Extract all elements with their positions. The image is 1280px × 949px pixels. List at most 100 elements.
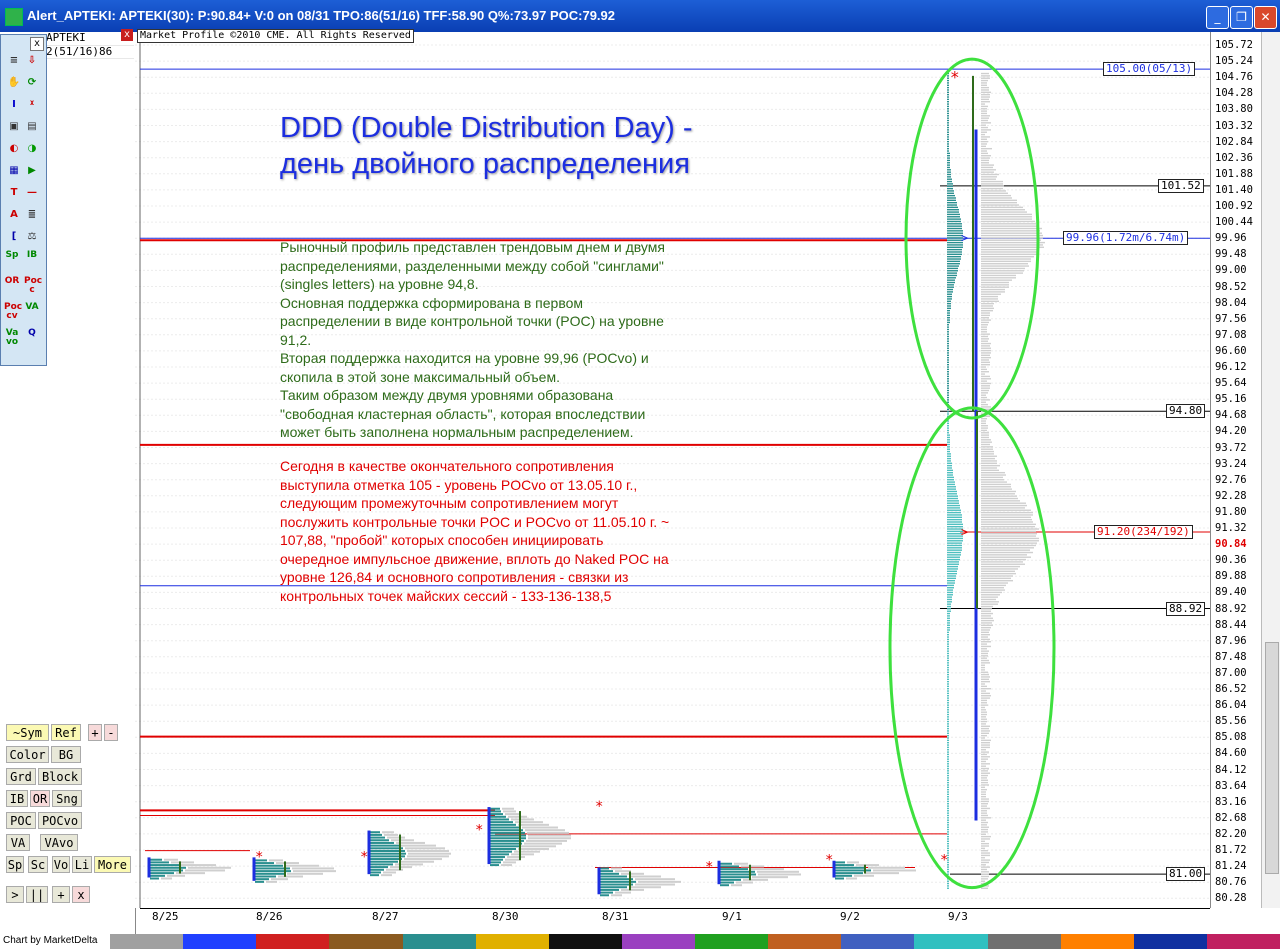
grid-icon[interactable]: ▦ <box>6 163 22 179</box>
bracket-icon[interactable]: [ <box>6 229 22 245</box>
palette-swatch[interactable] <box>914 934 987 949</box>
tpo-row-main <box>947 139 949 140</box>
tool-q-icon[interactable]: Q <box>24 329 40 345</box>
tpo-row-main <box>947 493 957 494</box>
btn-9-or[interactable]: OR <box>30 790 50 807</box>
sheet-icon[interactable]: ▤ <box>24 119 40 135</box>
line-icon[interactable]: — <box>24 185 40 201</box>
btn-20-x[interactable]: > <box>6 886 24 903</box>
minimize-button[interactable]: _ <box>1206 6 1229 29</box>
palette-swatch[interactable] <box>476 934 549 949</box>
btn-2-x[interactable]: + <box>88 724 102 741</box>
palette-swatch[interactable] <box>622 934 695 949</box>
palette-swatch[interactable] <box>1061 934 1134 949</box>
export-icon[interactable]: ⇩ <box>24 53 40 69</box>
tpo-row-main <box>947 287 954 288</box>
palette-swatch[interactable] <box>1134 934 1207 949</box>
tpo-row-main <box>947 359 949 360</box>
tpo-row <box>490 864 499 866</box>
volume-row-main <box>981 291 1005 292</box>
palette-swatch[interactable] <box>841 934 914 949</box>
tool-va-icon[interactable]: VA <box>24 303 40 319</box>
play-icon[interactable]: ▶ <box>24 163 40 179</box>
ibm-icon[interactable]: I <box>6 97 22 113</box>
tv-icon[interactable]: T <box>6 185 22 201</box>
tpo-row-main <box>947 162 950 163</box>
camera-icon[interactable]: ▣ <box>6 119 22 135</box>
palette-swatch[interactable] <box>110 934 183 949</box>
tool-sp-icon[interactable]: Sp <box>4 251 20 267</box>
volume-row <box>514 851 540 853</box>
palette-swatch[interactable] <box>549 934 622 949</box>
hand-icon[interactable]: ✋ <box>6 75 22 91</box>
price-tick: 95.16 <box>1215 393 1247 405</box>
btn-16-sc[interactable]: Sc <box>28 856 48 873</box>
palette-swatch[interactable] <box>988 934 1061 949</box>
tpo-row-main <box>947 742 949 743</box>
tpo-row-main <box>947 709 949 710</box>
btn-23-x[interactable]: x <box>72 886 90 903</box>
tool-ib-icon[interactable]: IB <box>24 251 40 267</box>
chart-close-icon[interactable]: x <box>121 29 133 41</box>
volume-row <box>868 867 905 869</box>
close-button[interactable]: ✕ <box>1254 6 1277 29</box>
xyz-icon[interactable]: ᵡ <box>24 97 40 113</box>
tpo-row-main <box>947 247 963 248</box>
pie2-icon[interactable]: ◑ <box>24 141 40 157</box>
tpo-row-main <box>947 275 957 276</box>
btn-13-va[interactable]: VA <box>6 834 30 851</box>
palette-swatch[interactable] <box>403 934 476 949</box>
tpo-row <box>490 816 506 818</box>
refresh-icon[interactable]: ⟳ <box>24 75 40 91</box>
palette-swatch[interactable] <box>695 934 768 949</box>
price-tick: 82.20 <box>1215 828 1247 840</box>
btn-12-pocvo[interactable]: POCvo <box>38 812 82 829</box>
tool-poc-cv-icon[interactable]: Poc cv <box>4 303 20 319</box>
btn-11-poc[interactable]: POC <box>6 812 36 829</box>
btn-22-x[interactable]: + <box>52 886 70 903</box>
vertical-scrollbar[interactable] <box>1261 32 1280 908</box>
text2-icon[interactable]: ≣ <box>24 207 40 223</box>
btn-8-ib[interactable]: IB <box>6 790 28 807</box>
volume-row-main <box>981 568 1018 569</box>
scroll-thumb[interactable] <box>1265 642 1279 874</box>
date-label: 9/3 <box>948 910 968 923</box>
btn-7-block[interactable]: Block <box>38 768 82 785</box>
btn-6-grd[interactable]: Grd <box>6 768 36 785</box>
volume-row-main <box>981 815 988 816</box>
btn-5-bg[interactable]: BG <box>51 746 81 763</box>
tool-va-vo-icon[interactable]: Va vo <box>4 329 20 345</box>
btn-3-x[interactable]: - <box>104 724 118 741</box>
btn-21-xx[interactable]: || <box>26 886 48 903</box>
tpo-row-main <box>947 639 949 640</box>
btn-14-vavo[interactable]: VAvo <box>40 834 78 851</box>
text-icon[interactable]: A <box>6 207 22 223</box>
palette-swatch[interactable] <box>183 934 256 949</box>
pie-icon[interactable]: ◐ <box>6 141 22 157</box>
btn-10-sng[interactable]: Sng <box>52 790 82 807</box>
tpo-row <box>490 845 519 847</box>
palette-swatch[interactable] <box>256 934 329 949</box>
scale-icon[interactable]: ⚖ <box>24 229 40 245</box>
tool-poc-c-icon[interactable]: Poc c <box>24 277 40 293</box>
btn-4-color[interactable]: Color <box>6 746 49 763</box>
maximize-button[interactable]: ❐ <box>1230 6 1253 29</box>
palette-swatch[interactable] <box>1207 934 1280 949</box>
tool-or-icon[interactable]: OR <box>4 277 20 293</box>
tpo-row-main <box>947 385 949 386</box>
btn-19-more[interactable]: More <box>94 856 131 873</box>
btn-1-ref[interactable]: Ref <box>51 724 81 741</box>
palette-swatch[interactable] <box>768 934 841 949</box>
palette-swatch[interactable] <box>329 934 402 949</box>
volume-row-main <box>981 639 990 640</box>
btn-18-li[interactable]: Li <box>72 856 92 873</box>
btn-17-vo[interactable]: Vo <box>52 856 70 873</box>
volume-row-main <box>981 603 998 604</box>
btn-0-xsym[interactable]: ~Sym <box>6 724 49 741</box>
tpo-row-main <box>947 672 949 673</box>
list-icon[interactable]: ≡ <box>6 53 22 69</box>
btn-15-sp[interactable]: Sp <box>6 856 24 873</box>
tpo-row-main <box>947 132 949 133</box>
tpo-row-main <box>947 657 949 658</box>
toolbox-close-button[interactable]: x <box>30 37 44 51</box>
